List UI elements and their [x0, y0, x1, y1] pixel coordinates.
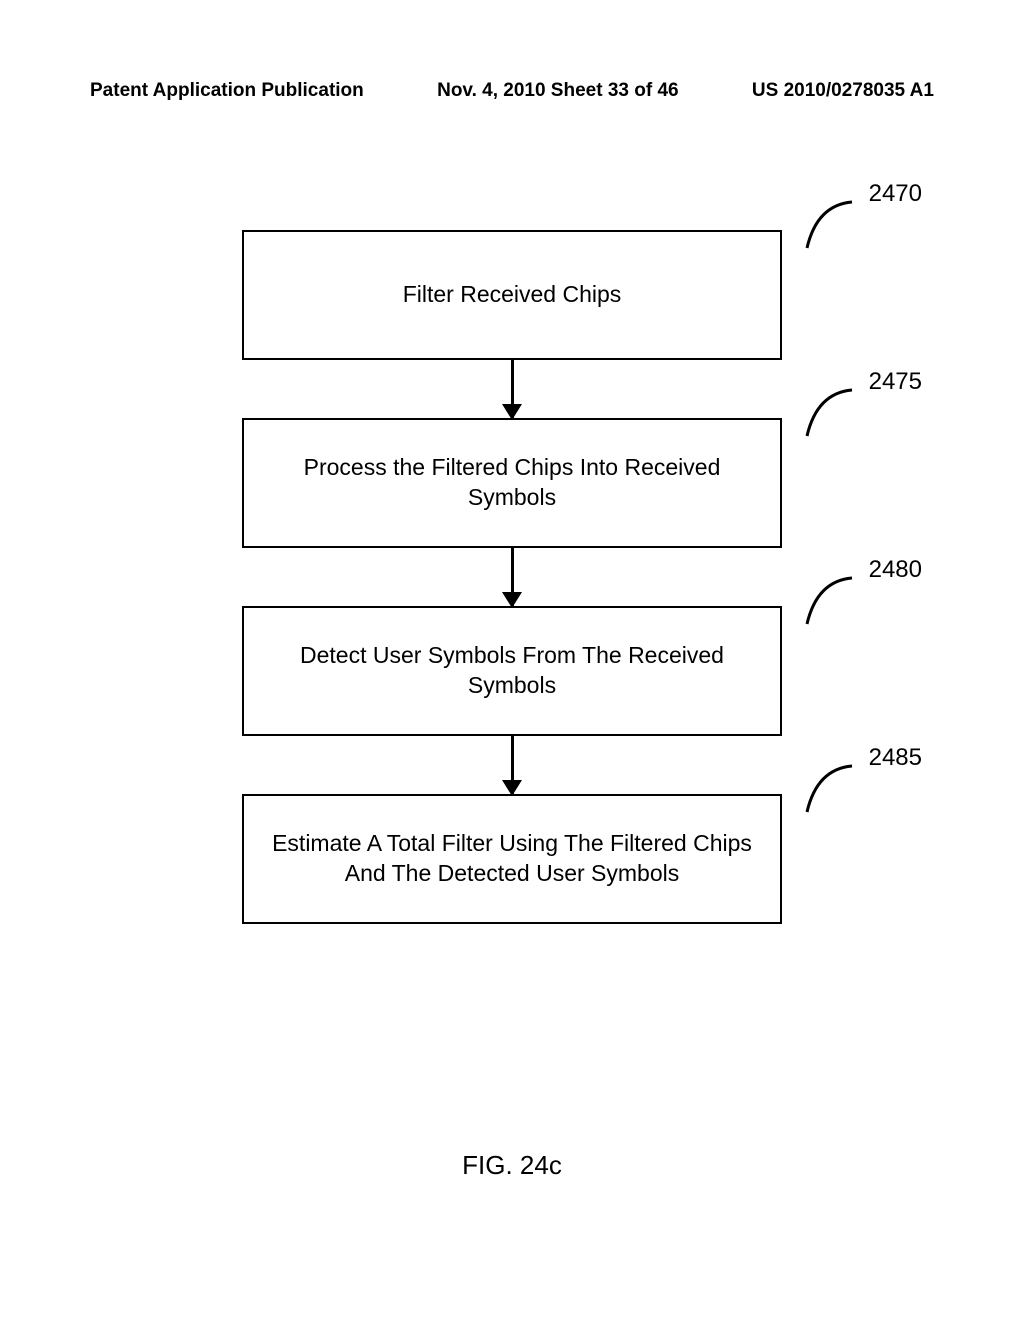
box-text: Filter Received Chips — [403, 280, 622, 310]
label-curve-icon — [802, 388, 862, 438]
label-curve-icon — [802, 576, 862, 626]
box-text: Detect User Symbols From The Received Sy… — [264, 641, 760, 701]
header-right-text: US 2010/0278035 A1 — [752, 80, 934, 102]
box-label-4: 2485 — [869, 744, 922, 772]
box-label-3: 2480 — [869, 556, 922, 584]
box-text: Estimate A Total Filter Using The Filter… — [264, 829, 760, 889]
box-label-1: 2470 — [869, 180, 922, 208]
box-text: Process the Filtered Chips Into Received… — [264, 453, 760, 513]
arrow-down-icon — [511, 548, 514, 606]
flowchart-step-4: 2485 Estimate A Total Filter Using The F… — [222, 794, 802, 924]
page-header: Patent Application Publication Nov. 4, 2… — [0, 80, 1024, 102]
flowchart-box: Estimate A Total Filter Using The Filter… — [242, 794, 782, 924]
label-curve-icon — [802, 764, 862, 814]
header-center-text: Nov. 4, 2010 Sheet 33 of 46 — [437, 80, 679, 102]
flowchart-step-3: 2480 Detect User Symbols From The Receiv… — [222, 606, 802, 736]
flowchart-box: Filter Received Chips — [242, 230, 782, 360]
flowchart-step-2: 2475 Process the Filtered Chips Into Rec… — [222, 418, 802, 548]
flowchart-container: 2470 Filter Received Chips 2475 Process … — [222, 230, 802, 924]
flowchart-box: Process the Filtered Chips Into Received… — [242, 418, 782, 548]
flowchart-step-1: 2470 Filter Received Chips — [222, 230, 802, 360]
arrow-down-icon — [511, 736, 514, 794]
header-left-text: Patent Application Publication — [90, 80, 364, 102]
figure-caption: FIG. 24c — [462, 1150, 562, 1181]
flowchart-box: Detect User Symbols From The Received Sy… — [242, 606, 782, 736]
label-curve-icon — [802, 200, 862, 250]
arrow-down-icon — [511, 360, 514, 418]
box-label-2: 2475 — [869, 368, 922, 396]
